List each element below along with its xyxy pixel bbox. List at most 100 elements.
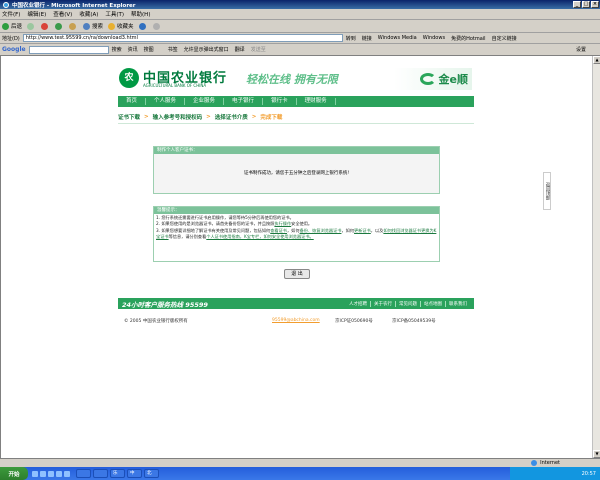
menu-favorites[interactable]: 收藏(A) — [79, 10, 98, 18]
zone-indicator: Internet — [531, 460, 560, 466]
menu-file[interactable]: 文件(F) — [2, 10, 20, 18]
links-label: 链接 — [361, 35, 372, 42]
nav-card[interactable]: 银行卡 — [263, 98, 297, 105]
link-windows-media[interactable]: Windows Media — [378, 35, 417, 42]
brand-text: 金e顺 — [438, 73, 468, 86]
nav-home[interactable]: 首页 — [118, 98, 147, 105]
taskbar: 开始 乐 中 北 20:57 — [0, 467, 600, 480]
scroll-down-arrow-icon[interactable]: ▼ — [593, 450, 600, 458]
ie-icon — [3, 1, 9, 8]
popup-allow-button[interactable]: 允许显示弹出式窗口 — [184, 46, 229, 53]
star-icon — [108, 22, 116, 30]
hotline: 24小时客户服务热线 95599 — [122, 300, 208, 309]
footer-link-about[interactable]: 关于农行 — [370, 300, 395, 307]
mail-button[interactable] — [152, 22, 162, 30]
step-input: 输入参考号和授权码 — [152, 115, 203, 121]
nav-ebanking[interactable]: 电子银行 — [224, 98, 264, 105]
desktop-icon[interactable] — [40, 470, 46, 477]
url-text: http://www.test.95599.cn/ra/download3.ht… — [25, 35, 138, 41]
settings-button[interactable]: 设置 — [576, 46, 586, 53]
back-to-top-tab[interactable]: 返回顶部 — [543, 172, 551, 210]
footer-link-jobs[interactable]: 人才招聘 — [346, 301, 370, 307]
google-images-button[interactable]: 搜图 — [144, 46, 154, 53]
link-guides[interactable]: 个人证书使用指南，K宝专栏，如何安全使用浏览器证书。 — [206, 234, 313, 239]
task-item[interactable] — [93, 469, 108, 478]
exit-button[interactable]: 退 出 — [284, 269, 310, 279]
nav-corporate[interactable]: 企业服务 — [185, 98, 225, 105]
icp-license: 京ICP证050690号 — [335, 319, 373, 324]
home-icon — [69, 22, 77, 30]
clock: 20:57 — [581, 470, 596, 477]
google-bookmarks-button[interactable]: 书签 — [168, 46, 178, 53]
address-input[interactable]: http://www.test.95599.cn/ra/download3.ht… — [22, 34, 343, 42]
menu-help[interactable]: 帮助(H) — [131, 10, 150, 18]
footer-link-contact[interactable]: 联系我们 — [445, 300, 470, 307]
send-to-button[interactable]: 发送至 — [251, 46, 266, 53]
link-hotmail[interactable]: 免费的Hotmail — [451, 35, 486, 42]
translate-button[interactable]: 翻译 — [235, 46, 245, 53]
forward-button[interactable] — [27, 22, 36, 30]
google-logo: Google — [2, 46, 26, 53]
refresh-button[interactable] — [55, 22, 64, 30]
tips-content: 1. 您行系统还需要进行证书启用操作，请您等待5分钟后再使用您的证书。 2. 如… — [156, 215, 437, 240]
stop-button[interactable] — [41, 22, 50, 30]
search-icon — [83, 22, 91, 30]
folder-icon[interactable] — [56, 470, 62, 477]
task-item[interactable]: 中 — [127, 469, 142, 478]
scroll-up-arrow-icon[interactable]: ▲ — [593, 56, 600, 64]
nav-personal[interactable]: 个人服务 — [146, 98, 186, 105]
title-bar: 中国农业银行 - Microsoft Internet Explorer _ □… — [0, 0, 600, 9]
link-backup-restore[interactable]: 备份、恢复浏览器证书 — [300, 228, 342, 233]
panel-title: 制作个人客户证书： — [154, 147, 439, 154]
stop-icon — [41, 22, 49, 30]
task-item[interactable] — [76, 469, 91, 478]
search-button[interactable]: 搜索 — [83, 22, 103, 30]
icp-record: 京ICP备05049539号 — [392, 319, 436, 324]
ie-icon[interactable] — [32, 470, 38, 477]
nav-wealth[interactable]: 理财服务 — [297, 98, 336, 105]
step-download: 证书下载 — [118, 115, 141, 121]
footer-link-faq[interactable]: 常见问题 — [395, 300, 420, 307]
quick-launch — [32, 470, 70, 477]
menu-view[interactable]: 查看(V) — [53, 10, 72, 18]
favorites-button[interactable]: 收藏夹 — [108, 22, 134, 30]
minimize-button[interactable]: _ — [573, 1, 581, 8]
google-news-button[interactable]: 资讯 — [128, 46, 138, 53]
chevron-right-icon: > — [144, 114, 149, 120]
system-tray: 20:57 — [510, 467, 600, 480]
footer-bar: 24小时客户服务热线 95599 人才招聘 关于农行 常见问题 站点地图 联系我… — [118, 298, 474, 309]
close-button[interactable]: × — [591, 1, 599, 8]
home-button[interactable] — [69, 22, 78, 30]
back-button[interactable]: 后退 — [2, 22, 22, 30]
media-icon[interactable] — [48, 470, 54, 477]
maximize-button[interactable]: □ — [582, 1, 590, 8]
link-execute[interactable]: 执行操作 — [274, 221, 291, 226]
google-search-input[interactable] — [28, 45, 109, 54]
link-update-cert[interactable]: 更新证书 — [354, 228, 371, 233]
task-item[interactable]: 北 — [144, 469, 159, 478]
step-complete: 完成下载 — [260, 115, 283, 121]
media-button[interactable] — [138, 22, 148, 30]
tips-title: 温馨提示： — [154, 207, 439, 214]
link-windows[interactable]: Windows — [423, 35, 445, 42]
email-link[interactable]: 95599@abchina.com — [272, 318, 320, 323]
main-nav: 首页 个人服务 企业服务 电子银行 银行卡 理财服务 — [118, 96, 474, 107]
go-button[interactable]: 转到 — [346, 35, 356, 42]
refresh-icon — [55, 22, 63, 30]
address-label: 地址(D) — [2, 35, 20, 42]
google-search-button[interactable]: 搜索 — [112, 46, 122, 53]
status-bar: Internet — [0, 458, 600, 467]
success-message: 证书制作成功，请您于五分钟之后登录网上银行系统! — [243, 171, 350, 176]
link-custom[interactable]: 自定义链接 — [492, 35, 517, 42]
task-item[interactable]: 乐 — [110, 469, 125, 478]
media-icon — [138, 22, 146, 30]
start-button[interactable]: 开始 — [0, 467, 28, 480]
footer-link-sitemap[interactable]: 站点地图 — [420, 300, 445, 307]
menu-tools[interactable]: 工具(T) — [105, 10, 124, 18]
link-view-cert[interactable]: 查看证书 — [270, 228, 287, 233]
menu-edit[interactable]: 编辑(E) — [27, 10, 46, 18]
app-icon[interactable] — [64, 470, 70, 477]
vertical-scrollbar[interactable]: ▲ ▼ — [592, 56, 600, 458]
divider — [118, 123, 474, 124]
task-buttons: 乐 中 北 — [76, 469, 159, 478]
